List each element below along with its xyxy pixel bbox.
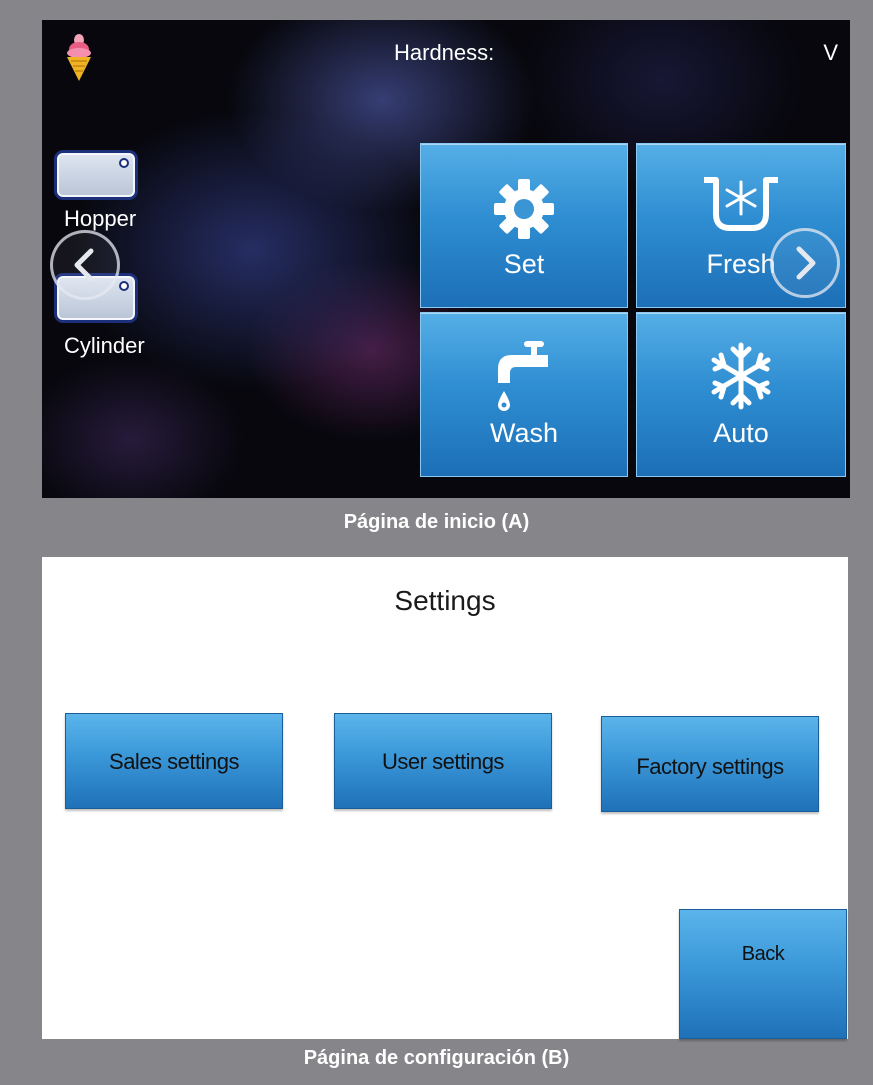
factory-settings-label: Factory settings [636,754,784,779]
factory-settings-button[interactable]: Factory settings [601,716,819,812]
chevron-right-icon [796,246,816,280]
user-settings-button[interactable]: User settings [334,713,552,809]
cylinder-label: Cylinder [64,333,145,358]
user-settings-label: User settings [382,749,504,774]
hopper-label: Hopper [64,206,137,231]
settings-screen: Settings Sales settings User settings Fa… [42,557,848,1039]
page-title: Settings [394,585,496,616]
tile-wash-label: Wash [489,418,558,448]
home-screen: Hardness: V Hopper Cylinder Set Fresh Wa… [42,20,850,498]
sales-settings-label: Sales settings [109,749,239,774]
hopper-tank-icon [54,150,138,200]
next-page-button[interactable] [770,228,840,298]
fresh-snowflake-bowl-icon [704,177,778,231]
tile-set-label: Set [503,249,545,279]
ice-cream-cone-icon [67,34,91,81]
tile-wash[interactable]: Wash [420,312,628,477]
hardness-label: Hardness: [394,40,495,65]
tile-set[interactable]: Set [420,143,628,308]
hardness-value: V [823,40,838,65]
caption-home: Página de inicio (A) [343,511,530,533]
faucet-icon [498,341,548,411]
previous-page-button[interactable] [50,230,120,300]
snowflake-icon [711,342,771,410]
tile-auto[interactable]: Auto [636,312,846,477]
tile-auto-label: Auto [713,418,769,448]
back-button[interactable]: Back [679,909,847,1039]
sales-settings-button[interactable]: Sales settings [65,713,283,809]
gear-icon [494,179,554,239]
back-label: Back [741,943,785,965]
chevron-left-icon [74,248,94,282]
caption-settings: Página de configuración (B) [303,1047,570,1069]
